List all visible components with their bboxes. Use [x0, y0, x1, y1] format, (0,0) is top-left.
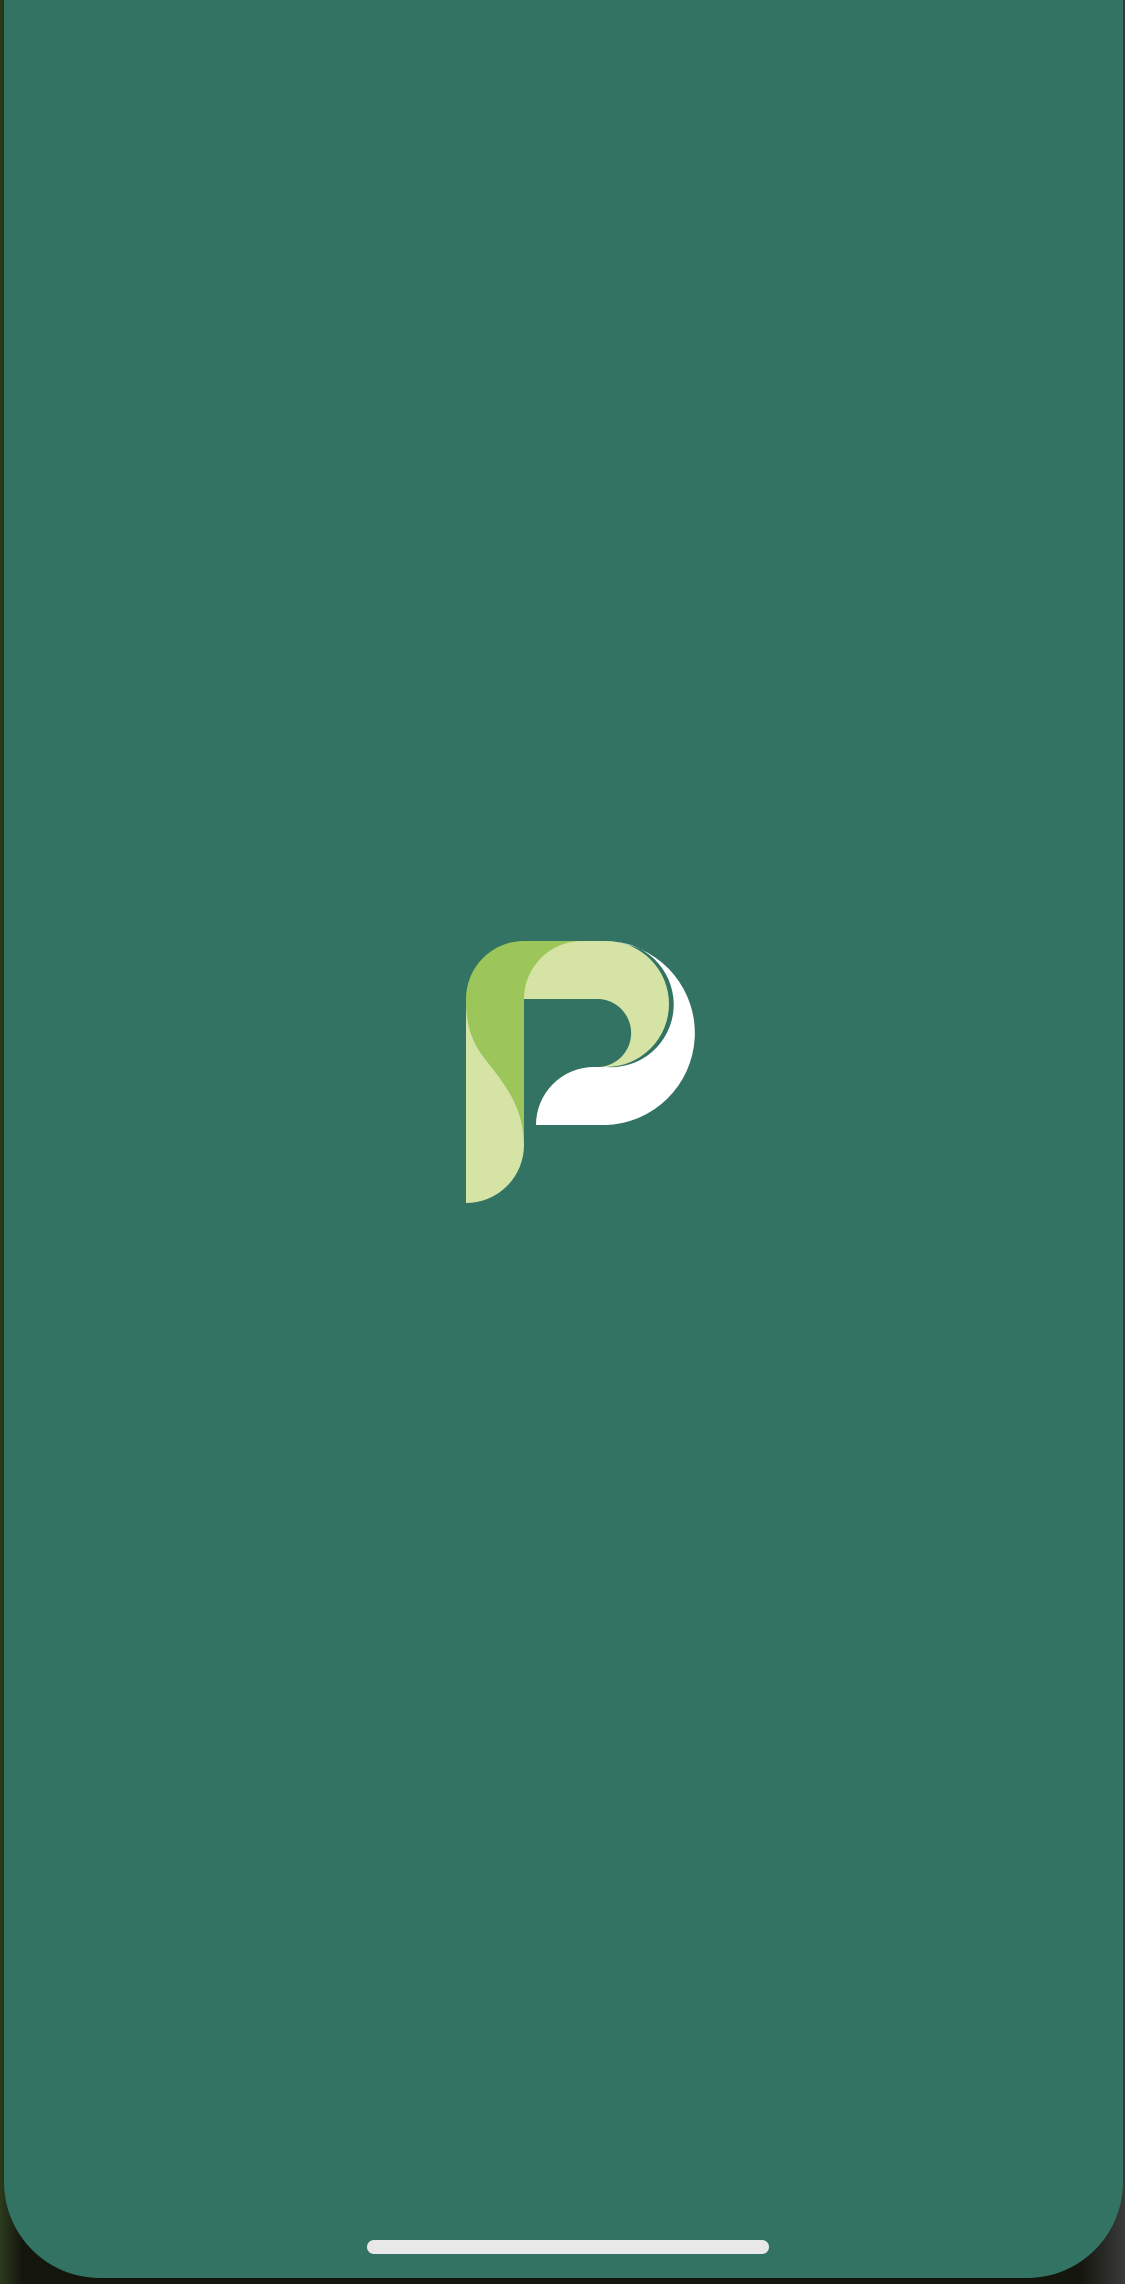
- p-letter-logo-icon: [466, 941, 695, 1203]
- home-indicator-bar[interactable]: [367, 2240, 769, 2254]
- splash-screen: [4, 0, 1123, 2278]
- logo-light-green-bowl-shape: [524, 941, 669, 1068]
- device-frame: [0, 0, 1125, 2284]
